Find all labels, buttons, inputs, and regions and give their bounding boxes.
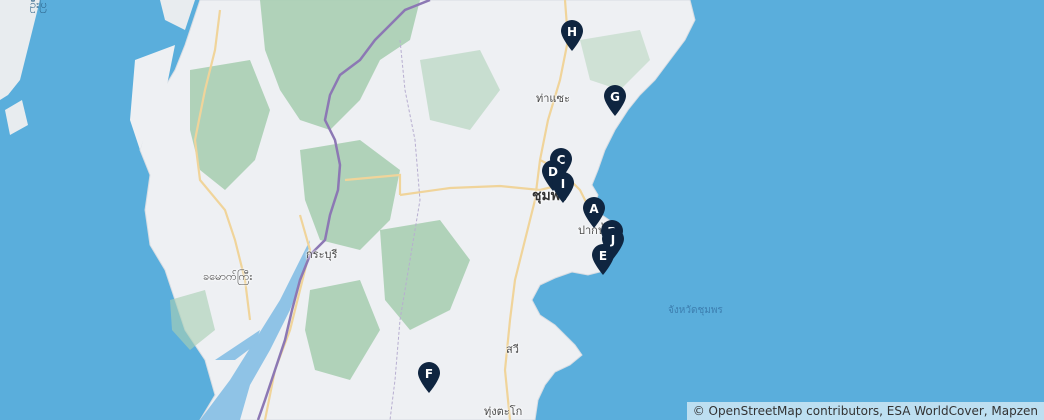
marker-label: A — [589, 202, 599, 216]
marker-label: I — [560, 177, 566, 191]
place-label-thachae: ท่าแซะ — [536, 92, 570, 105]
map-marker-i[interactable]: I — [550, 172, 576, 204]
map-base-layer — [0, 0, 1044, 420]
place-label-myanmar-town: ခမောက်ကြီး — [203, 270, 253, 283]
place-label-sawi: สวี — [506, 343, 519, 356]
map-marker-f[interactable]: F — [416, 362, 442, 394]
place-label-kraburi: กระบุรี — [306, 248, 338, 261]
map-marker-g[interactable]: G — [602, 85, 628, 117]
marker-label: J — [610, 233, 616, 247]
marker-label: H — [566, 25, 578, 39]
map-marker-h[interactable]: H — [559, 20, 585, 52]
place-label-province-sea: จังหวัดชุมพร — [668, 305, 723, 316]
map-marker-j[interactable]: J — [600, 228, 626, 260]
marker-label: G — [610, 90, 620, 104]
map-view[interactable]: ท่าแซะ ชุมพร ปากน้ำ กระบุรี ခမောက်ကြီး ส… — [0, 0, 1044, 420]
place-label-myanmar-corner: ဦးပြ — [30, 0, 48, 11]
place-label-thungtako: ทุ่งตะโก — [484, 405, 523, 418]
marker-label: F — [424, 367, 434, 381]
map-attribution[interactable]: © OpenStreetMap contributors, ESA WorldC… — [686, 402, 1044, 420]
